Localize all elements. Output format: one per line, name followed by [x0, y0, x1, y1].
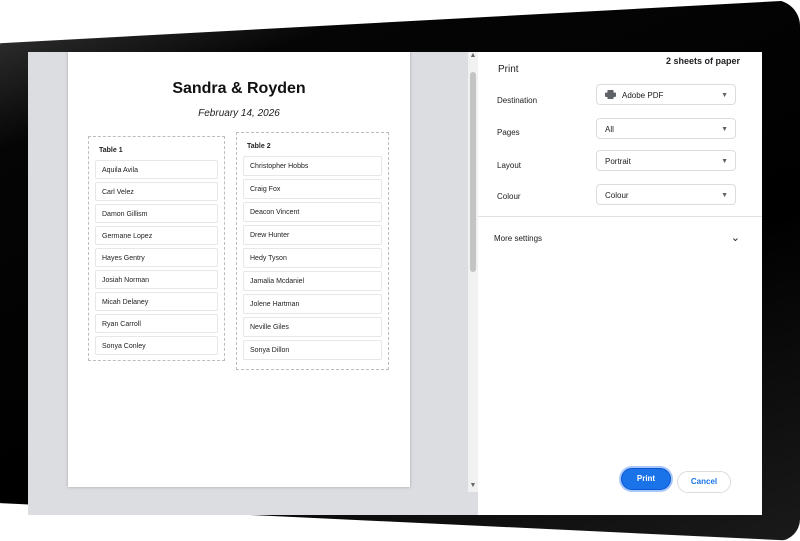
layout-select[interactable]: Portrait ▼: [596, 150, 736, 171]
cancel-button[interactable]: Cancel: [677, 471, 731, 493]
guest-item: Drew Hunter: [243, 225, 382, 245]
more-settings-toggle[interactable]: More settings: [494, 234, 542, 243]
print-preview-pane: Sandra & Royden February 14, 2026 Table …: [28, 52, 478, 515]
guest-item: Sonya Conley: [95, 336, 218, 355]
guest-item: Ryan Carroll: [95, 314, 218, 333]
layout-label: Layout: [497, 161, 522, 170]
print-button[interactable]: Print: [621, 468, 671, 490]
guest-item: Hedy Tyson: [243, 248, 382, 268]
printer-icon: [605, 86, 616, 99]
guest-item: Neville Giles: [243, 317, 382, 337]
scroll-down-arrow[interactable]: ▼: [469, 482, 477, 490]
guest-item: Carl Velez: [95, 182, 218, 201]
destination-select[interactable]: Adobe PDF ▼: [596, 84, 736, 105]
pages-label: Pages: [497, 128, 520, 137]
guest-item: Micah Delaney: [95, 292, 218, 311]
guest-item: Hayes Gentry: [95, 248, 218, 267]
divider: [478, 216, 762, 217]
colour-label: Colour: [497, 192, 521, 201]
dialog-title: Print: [498, 64, 519, 75]
guest-item: Christopher Hobbs: [243, 156, 382, 176]
scroll-up-arrow[interactable]: ▲: [469, 52, 477, 60]
pages-select[interactable]: All ▼: [596, 118, 736, 139]
table-card-2: Table 2 Christopher Hobbs Craig Fox Deac…: [236, 132, 389, 370]
destination-label: Destination: [497, 96, 538, 105]
guest-item: Craig Fox: [243, 179, 382, 199]
chevron-down-icon: ▼: [721, 126, 728, 133]
colour-select[interactable]: Colour ▼: [596, 184, 736, 205]
table-title: Table 2: [247, 143, 271, 150]
guest-item: Damon Gillism: [95, 204, 218, 223]
guest-item: Sonya Dillon: [243, 340, 382, 360]
chevron-down-icon: ▼: [721, 92, 728, 99]
preview-sheet: Sandra & Royden February 14, 2026 Table …: [68, 52, 410, 487]
scroll-thumb[interactable]: [470, 72, 476, 272]
guest-item: Josiah Norman: [95, 270, 218, 289]
colour-value: Colour: [605, 191, 629, 200]
preview-scrollbar[interactable]: ▲ ▼: [468, 52, 478, 492]
print-settings-pane: Print 2 sheets of paper Destination Adob…: [478, 52, 762, 515]
print-dialog: Sandra & Royden February 14, 2026 Table …: [28, 52, 762, 515]
table-card-1: Table 1 Aquila Avila Carl Velez Damon Gi…: [88, 136, 225, 361]
chevron-down-icon: ▼: [721, 158, 728, 165]
chevron-down-icon: ▼: [721, 192, 728, 199]
layout-value: Portrait: [605, 157, 631, 166]
destination-value: Adobe PDF: [622, 91, 664, 100]
couple-names: Sandra & Royden: [172, 80, 306, 97]
chevron-down-icon[interactable]: ⌄: [731, 231, 740, 244]
sheet-count: 2 sheets of paper: [665, 56, 740, 66]
table-title: Table 1: [99, 147, 123, 154]
event-date: February 14, 2026: [198, 108, 280, 119]
guest-item: Germane Lopez: [95, 226, 218, 245]
guest-item: Deacon Vincent: [243, 202, 382, 222]
guest-item: Jamalia Mcdaniel: [243, 271, 382, 291]
pages-value: All: [605, 125, 614, 134]
guest-item: Jolene Hartman: [243, 294, 382, 314]
guest-item: Aquila Avila: [95, 160, 218, 179]
